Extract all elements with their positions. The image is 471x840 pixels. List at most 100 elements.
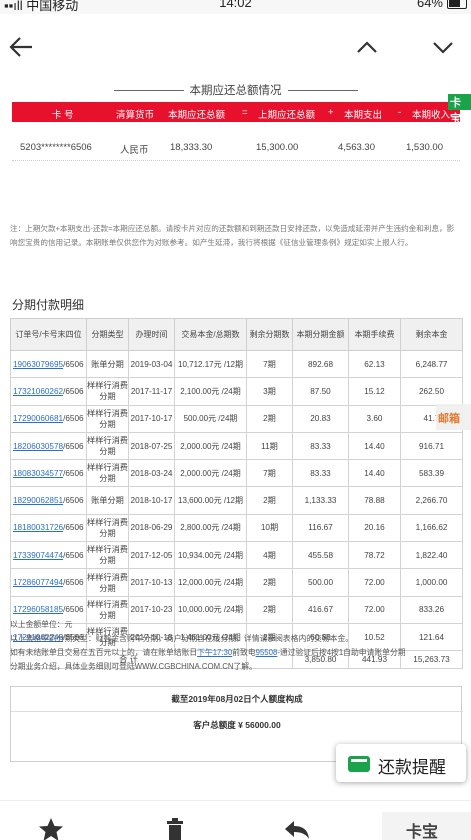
header-due: 本期应还总额 — [168, 110, 226, 121]
card-suffix: /6506 — [63, 523, 84, 533]
time-link[interactable]: 下午17:30 — [197, 648, 232, 657]
order-link[interactable]: 17321060262 — [13, 387, 63, 396]
remaining-principal: 1,000.00 — [400, 568, 463, 597]
current-fee: 15.12 — [348, 377, 401, 406]
remaining-periods: 2期 — [246, 568, 293, 597]
installment-row: 17290060681/6506 样样行消费分期 2017-10-17 500.00元… — [10, 404, 463, 433]
header-eq: = — [242, 107, 248, 118]
order-number: 17286077494/6506 — [10, 568, 87, 597]
installment-row: 18290062851/6506 账单分期 2018-10-17 13,600.00元… — [10, 486, 463, 515]
installment-type: 样样行消费分期 — [86, 513, 129, 543]
installments-footnote: 以上金额单位：元 以上表格中的分期类型：财智金含购车分期，商户分期含在线分期，详… — [10, 618, 462, 674]
chevron-up-icon[interactable] — [352, 32, 382, 62]
order-number: 18083034577/6506 — [10, 459, 87, 488]
remaining-periods: 2期 — [246, 486, 293, 515]
order-link[interactable]: 17339074474 — [13, 551, 63, 560]
card-suffix: /6506 — [63, 441, 84, 451]
col-principal: 剩余本金 — [400, 318, 463, 351]
principal-total: 500.00元 /24期 — [174, 404, 247, 433]
remaining-periods: 4期 — [246, 541, 293, 570]
order-link[interactable]: 18290062851 — [13, 496, 63, 505]
card-suffix: /6506 — [63, 468, 84, 478]
last-due-amount: 15,300.00 — [256, 142, 299, 153]
type-note: 以上表格中的分期类型：财智金含购车分期，商户分期含在线分期，详情请参阅表格内的交… — [10, 634, 354, 643]
col-current: 本期分期金额 — [292, 318, 349, 351]
website-note: 分期业务介绍，具体业务细则可登陆WWW.CGBCHINA.COM.CN了解。 — [10, 662, 257, 671]
card-suffix: /6506 — [63, 550, 84, 560]
order-link[interactable]: 18206030578 — [13, 442, 63, 451]
order-link[interactable]: 17290060681 — [13, 414, 63, 423]
income-amount: 1,530.00 — [406, 142, 443, 153]
order-number: 18206030578/6506 — [10, 431, 87, 461]
order-link[interactable]: 17286077494 — [13, 578, 63, 587]
installment-row: 18083034577/6506 样样行消费分期 2018-03-24 2,000.0… — [10, 459, 463, 488]
col-type: 分期类型 — [86, 318, 129, 351]
current-amount: 20.83 — [292, 404, 349, 433]
transaction-date: 2017-10-13 — [128, 568, 175, 597]
header-currency: 清算货币 — [116, 110, 155, 121]
remaining-periods: 10期 — [246, 513, 293, 543]
clock: 14:02 — [219, 0, 252, 10]
remaining-principal: 2,266.70 — [400, 486, 463, 515]
remaining-periods: 11期 — [246, 431, 293, 461]
transaction-date: 2017-12-05 — [128, 541, 175, 570]
installment-type: 样样行消费分期 — [86, 541, 129, 570]
watermark-logo: 卡宝 — [448, 94, 471, 125]
remaining-principal: 262.50 — [400, 377, 463, 406]
current-amount: 1,133.33 — [292, 486, 349, 515]
header-plus: + — [328, 107, 334, 118]
card-suffix: /6506 — [63, 359, 84, 369]
current-fee: 78.88 — [348, 486, 401, 515]
order-number: 19063079695/6506 — [10, 349, 87, 379]
remaining-periods: 3期 — [246, 377, 293, 406]
summary-row: 5203********6506 人民币 18,333.30 15,300.00… — [12, 142, 460, 156]
principal-total: 2,100.00元 /24期 — [174, 377, 247, 406]
card-suffix: /6506 — [63, 414, 84, 424]
order-link[interactable]: 18180031726 — [13, 523, 63, 532]
transaction-date: 2019-03-04 — [128, 349, 175, 379]
card-suffix: /6506 — [63, 605, 84, 615]
current-fee: 72.00 — [348, 568, 401, 597]
remaining-principal: 1,166.62 — [400, 513, 463, 543]
transaction-date: 2017-11-17 — [128, 377, 175, 406]
remaining-periods: 7期 — [246, 459, 293, 488]
repayment-reminder-button[interactable]: 还款提醒 — [336, 744, 466, 782]
installment-type: 样样行消费分期 — [86, 377, 129, 406]
principal-total: 10,934.00元 /24期 — [174, 541, 247, 570]
principal-total: 2,000.00元 /24期 — [174, 431, 247, 461]
order-link[interactable]: 18083034577 — [13, 469, 63, 478]
order-number: 17290060681/6506 — [10, 404, 87, 433]
status-bar: ▪▪ıll 中国移动 14:02 64% — [0, 0, 471, 14]
watermark-mailbox: 邮箱 — [436, 404, 471, 430]
star-icon[interactable] — [36, 817, 66, 840]
installment-type: 样样行消费分期 — [86, 568, 129, 597]
current-amount: 455.58 — [292, 541, 349, 570]
col-order: 订单号/卡号末四位 — [10, 318, 87, 351]
order-number: 18180031726/6506 — [10, 513, 87, 543]
current-fee: 3.60 — [348, 404, 401, 433]
summary-title: 本期应还总额情况 — [0, 82, 471, 98]
header-income: 本期收入 — [412, 110, 451, 121]
trash-icon[interactable] — [160, 817, 190, 840]
phone-link[interactable]: 95508 — [256, 648, 278, 657]
current-fee: 20.16 — [348, 513, 401, 543]
due-amount: 18,333.30 — [170, 142, 213, 153]
back-arrow-icon[interactable] — [6, 32, 36, 62]
summary-header: 卡 号 清算货币 本期应还总额 = 上期应还总额 + 本期支出 - 本期收入 — [12, 102, 460, 122]
card-suffix: /6506 — [63, 386, 84, 396]
current-amount: 83.33 — [292, 431, 349, 461]
installment-type: 样样行消费分期 — [86, 404, 129, 433]
order-link[interactable]: 19063079695 — [13, 360, 63, 369]
spend-amount: 4,563.30 — [338, 142, 375, 153]
installment-type: 样样行消费分期 — [86, 459, 129, 488]
current-fee: 14.40 — [348, 431, 401, 461]
order-number: 18290062851/6506 — [10, 486, 87, 515]
reply-icon[interactable] — [282, 817, 312, 840]
remaining-principal: 6,248.77 — [400, 349, 463, 379]
header-spend: 本期支出 — [344, 110, 383, 121]
principal-total: 13,600.00元 /12期 — [174, 486, 247, 515]
order-link[interactable]: 17296058185 — [13, 605, 63, 614]
chevron-down-icon[interactable] — [428, 32, 458, 62]
currency: 人民币 — [120, 145, 149, 156]
card-suffix: /6506 — [63, 578, 84, 588]
